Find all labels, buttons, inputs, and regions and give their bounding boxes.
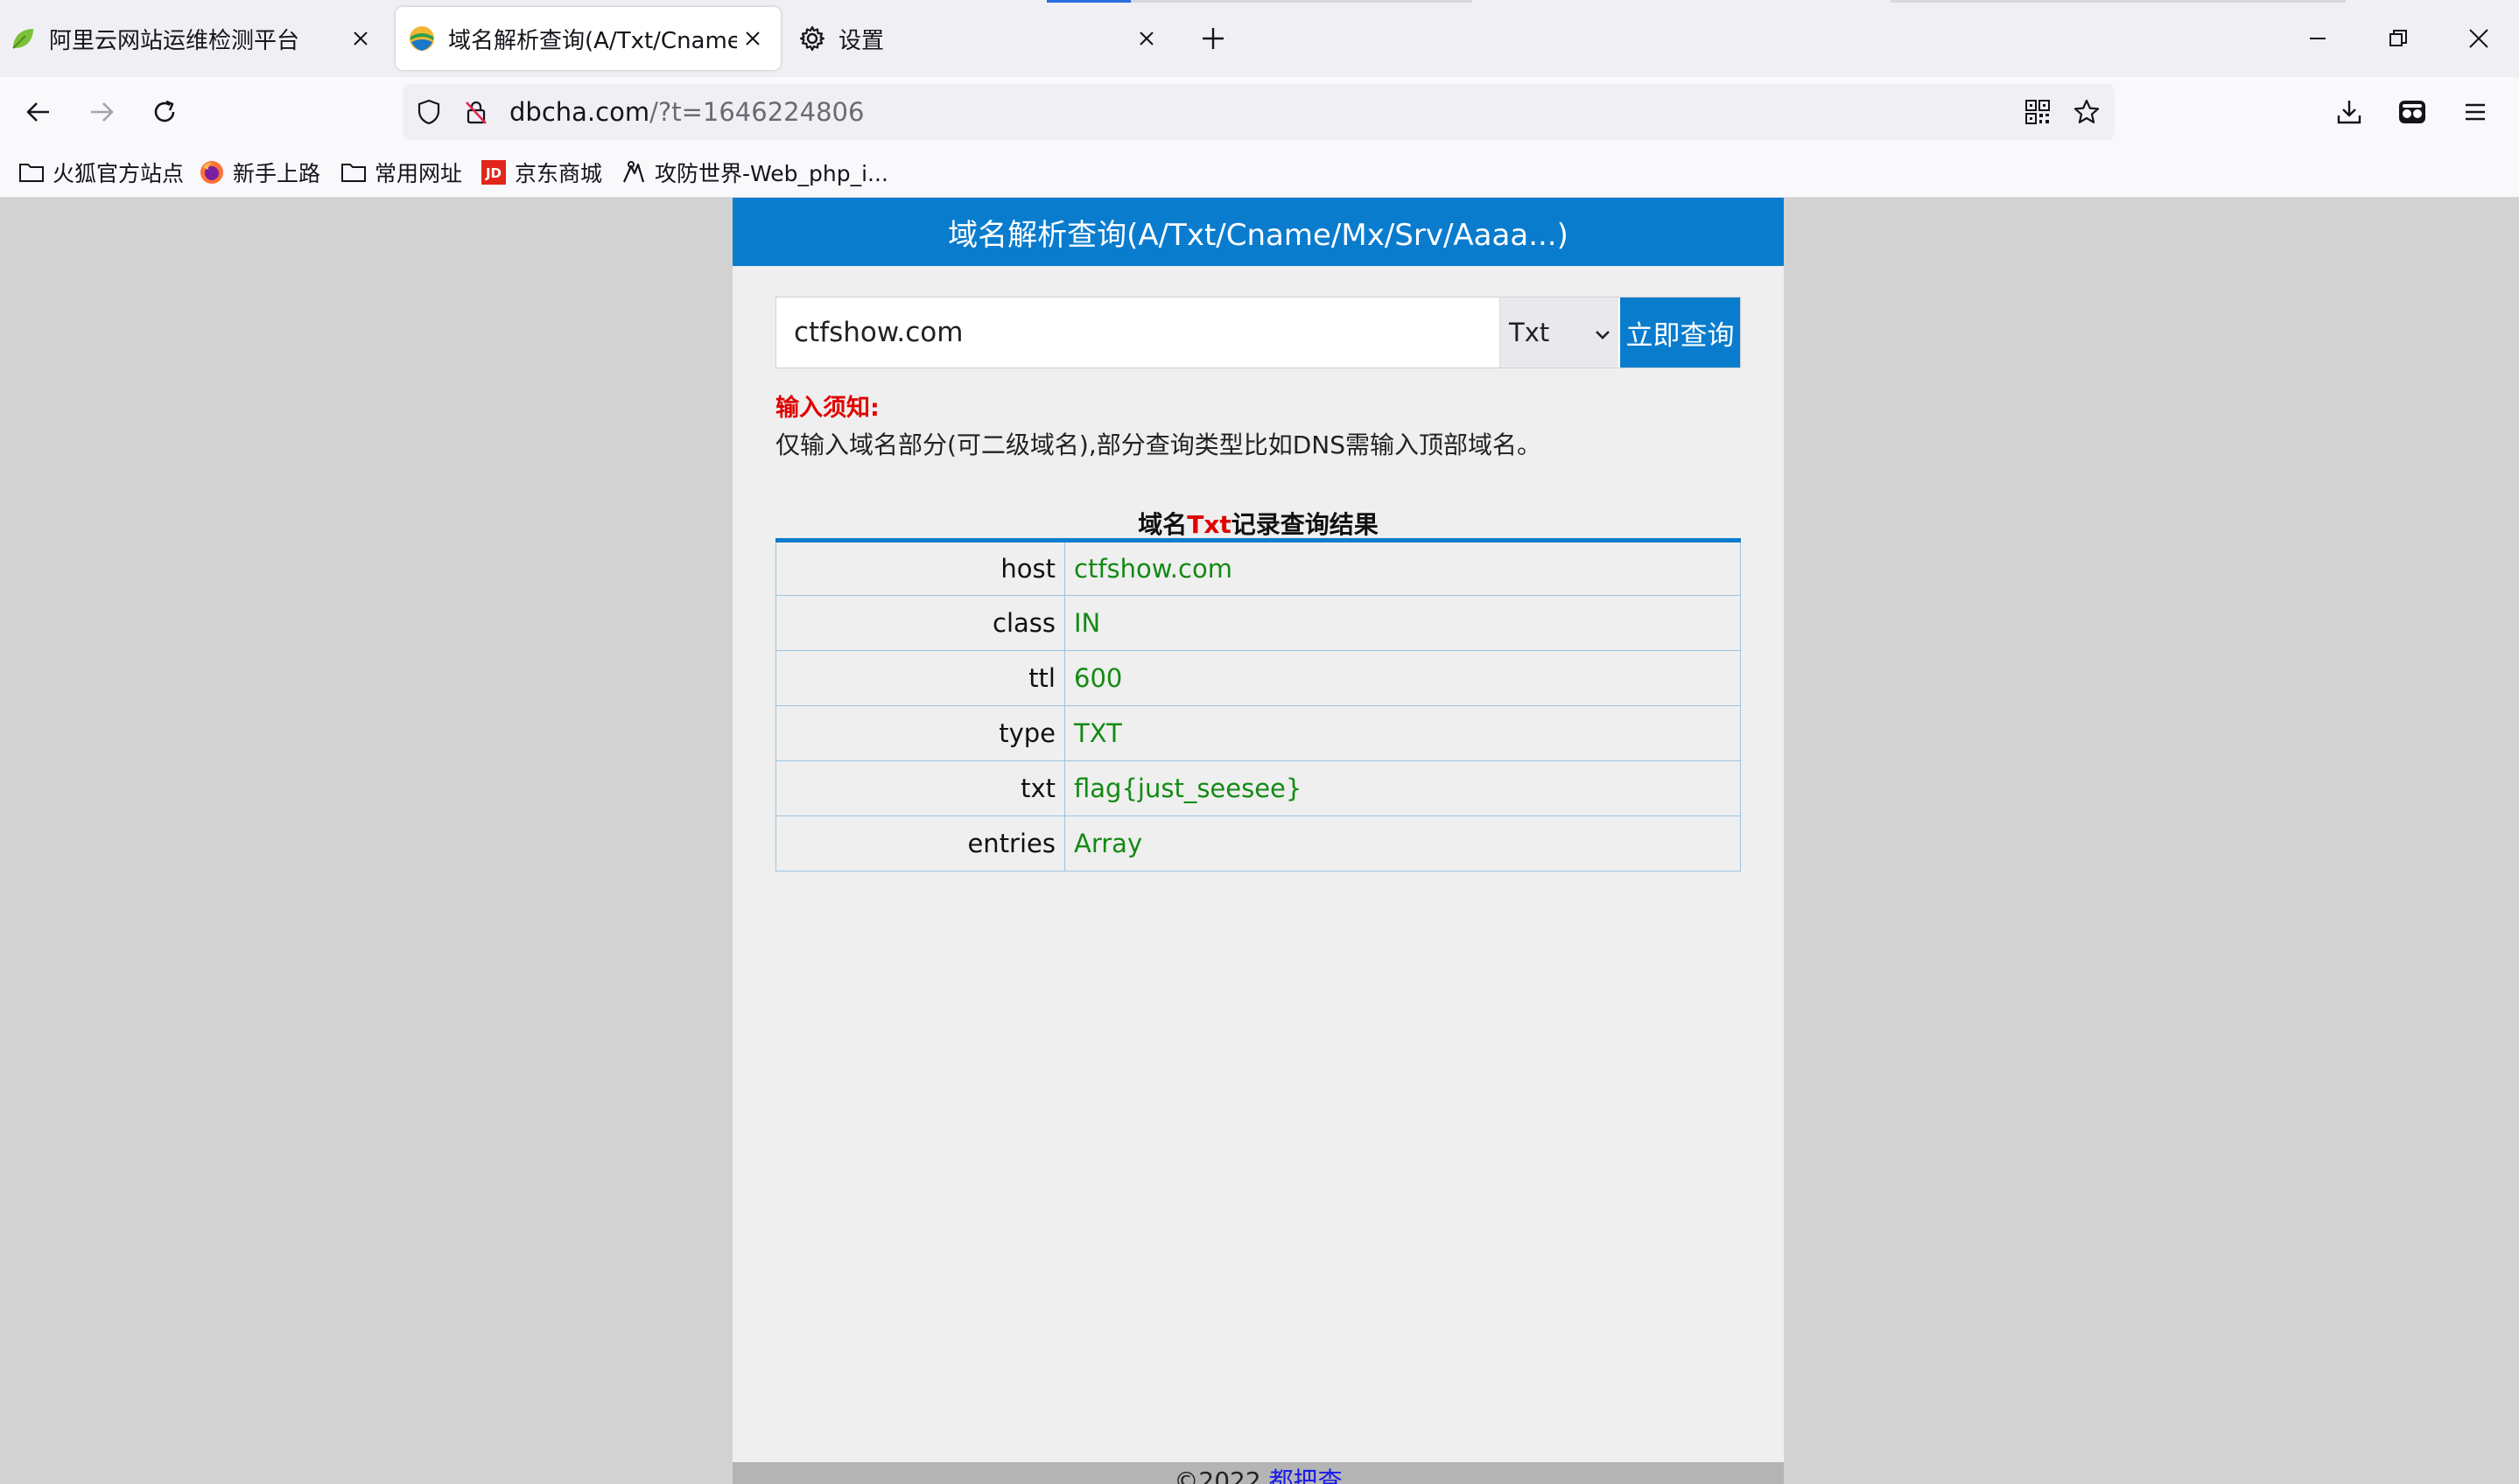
row-value: 600	[1064, 650, 1741, 706]
bookmark-label: 新手上路	[233, 161, 321, 186]
tab-settings[interactable]: 设置	[798, 7, 1175, 70]
shield-icon[interactable]	[413, 96, 445, 128]
dbcha-favicon-icon	[408, 24, 436, 52]
footer-copyright: ©2022	[1174, 1466, 1269, 1484]
page-container: 域名解析查询(A/Txt/Cname/Mx/Srv/Aaaa...) Txt 立…	[733, 198, 1784, 1484]
page-title: 域名解析查询(A/Txt/Cname/Mx/Srv/Aaaa...)	[733, 198, 1784, 266]
tab-strip: 阿里云网站运维检测平台 域名解析查询(A/Txt/Cname/M 设置	[0, 0, 2519, 77]
row-key: type	[775, 705, 1065, 761]
bookmark-item[interactable]: 新手上路	[198, 158, 320, 187]
tab-title: 域名解析查询(A/Txt/Cname/M	[448, 27, 737, 54]
page-footer: ©2022 都把查	[733, 1462, 1784, 1484]
qr-code-icon[interactable]	[2022, 96, 2053, 128]
chevron-down-icon	[1594, 318, 1611, 347]
result-title-prefix: 域名	[1138, 510, 1188, 539]
folder-icon	[340, 158, 368, 186]
close-tab-icon[interactable]	[737, 23, 768, 54]
address-bar[interactable]: dbcha.com/?t=1646224806	[403, 84, 2115, 140]
folder-icon	[18, 158, 46, 186]
url-path: /?t=1646224806	[649, 97, 865, 127]
tab-accent-line	[1047, 0, 1131, 3]
tab-accent-line-gray	[1131, 0, 1472, 3]
bookmark-label: 常用网址	[375, 161, 463, 186]
query-button[interactable]: 立即查询	[1618, 298, 1740, 368]
table-row: entries Array	[775, 816, 1741, 872]
result-title-suffix: 记录查询结果	[1231, 510, 1379, 539]
restore-button[interactable]	[2377, 18, 2419, 60]
tab-title: 设置	[838, 27, 885, 54]
tab-title: 阿里云网站运维检测平台	[49, 27, 300, 54]
bookmark-label: 攻防世界-Web_php_i...	[655, 161, 888, 186]
tab-accent-line-gray	[1891, 0, 2346, 3]
result-title-type: Txt	[1187, 510, 1231, 539]
record-type-select[interactable]: Txt	[1499, 298, 1618, 368]
page-viewport: 域名解析查询(A/Txt/Cname/Mx/Srv/Aaaa...) Txt 立…	[0, 198, 2519, 1484]
table-row: txt flag{just_seesee}	[775, 760, 1741, 816]
close-window-button[interactable]	[2458, 18, 2500, 60]
notice-text: 仅输入域名部分(可二级域名),部分查询类型比如DNS需输入顶部域名。	[775, 430, 1542, 459]
footer-link[interactable]: 都把查	[1269, 1466, 1343, 1484]
bookmark-label: 京东商城	[515, 161, 603, 186]
bookmark-item[interactable]: 火狐官方站点	[18, 158, 184, 187]
row-key: ttl	[775, 650, 1065, 706]
row-value: ctfshow.com	[1064, 540, 1741, 596]
url-host: dbcha.com	[509, 97, 650, 127]
tab-dbcha[interactable]: 域名解析查询(A/Txt/Cname/M	[396, 7, 781, 70]
svg-text:JD: JD	[485, 165, 502, 181]
url-text[interactable]: dbcha.com/?t=1646224806	[509, 96, 864, 128]
table-row: ttl 600	[775, 650, 1741, 706]
notice-title: 输入须知:	[775, 395, 880, 422]
firefox-icon	[198, 158, 226, 186]
bookmark-item[interactable]: JD 京东商城	[480, 158, 602, 187]
row-key: class	[775, 595, 1065, 651]
tab-aliyun[interactable]: 阿里云网站运维检测平台	[9, 7, 385, 70]
menu-icon[interactable]	[2454, 91, 2496, 133]
table-row: host ctfshow.com	[775, 540, 1741, 596]
extension-icon[interactable]	[2391, 91, 2433, 133]
record-type-value: Txt	[1509, 318, 1550, 347]
result-title: 域名Txt记录查询结果	[775, 506, 1741, 541]
back-button[interactable]	[18, 91, 60, 133]
row-value: flag{just_seesee}	[1064, 760, 1741, 816]
close-tab-icon[interactable]	[1131, 23, 1162, 54]
row-value: TXT	[1064, 705, 1741, 761]
row-value: IN	[1064, 595, 1741, 651]
bookmark-label: 火狐官方站点	[53, 161, 185, 186]
row-key: txt	[775, 760, 1065, 816]
downloads-button[interactable]	[2328, 91, 2370, 133]
insecure-lock-icon[interactable]	[460, 96, 492, 128]
bookmark-star-icon[interactable]	[2071, 96, 2102, 128]
web-icon	[620, 158, 648, 186]
close-tab-icon[interactable]	[345, 23, 376, 54]
forward-button[interactable]	[81, 91, 123, 133]
table-row: class IN	[775, 595, 1741, 651]
domain-input[interactable]	[776, 298, 1499, 368]
row-key: host	[775, 540, 1065, 596]
bookmarks-bar: 火狐官方站点 新手上路 常用网址 JD 京东商城 攻防世界-Web_php_i.…	[0, 147, 2519, 198]
gear-icon	[798, 24, 826, 52]
leaf-icon	[9, 24, 37, 52]
reload-button[interactable]	[144, 91, 186, 133]
navigation-bar: dbcha.com/?t=1646224806	[0, 77, 2519, 147]
new-tab-button[interactable]	[1196, 21, 1231, 56]
bookmark-item[interactable]: 攻防世界-Web_php_i...	[620, 158, 888, 187]
row-value: Array	[1064, 816, 1741, 872]
search-form: Txt 立即查询	[775, 297, 1741, 368]
bookmark-item[interactable]: 常用网址	[340, 158, 462, 187]
result-table: host ctfshow.com class IN ttl 600 type T…	[775, 538, 1741, 872]
row-key: entries	[775, 816, 1065, 872]
table-row: type TXT	[775, 705, 1741, 761]
minimize-button[interactable]	[2297, 18, 2339, 60]
jd-icon: JD	[480, 158, 508, 186]
